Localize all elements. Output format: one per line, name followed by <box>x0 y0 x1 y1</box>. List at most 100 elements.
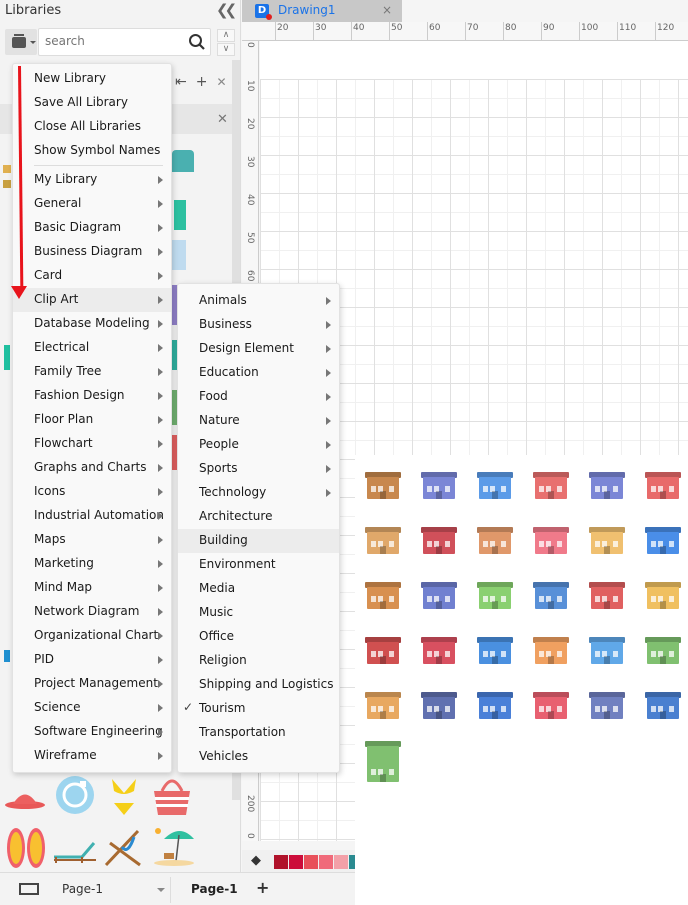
menu-item-pid[interactable]: PID <box>13 648 171 672</box>
symbol-item[interactable] <box>4 345 10 370</box>
menu-item-my-library[interactable]: My Library <box>13 168 171 192</box>
submenu-item-design-element[interactable]: Design Element <box>178 337 339 361</box>
bikini-icon[interactable] <box>110 775 138 817</box>
building-symbol[interactable] <box>475 465 515 501</box>
building-symbol[interactable] <box>531 630 571 666</box>
symbol-item[interactable] <box>3 180 11 188</box>
page-view-icon[interactable] <box>19 883 39 895</box>
menu-item-network-diagram[interactable]: Network Diagram <box>13 600 171 624</box>
building-symbol[interactable] <box>363 575 403 611</box>
building-symbol[interactable] <box>475 575 515 611</box>
menu-item-save-all-library[interactable]: Save All Library <box>13 91 171 115</box>
import-icon[interactable]: ⇤ <box>175 74 187 90</box>
menu-item-science[interactable]: Science <box>13 696 171 720</box>
menu-item-electrical[interactable]: Electrical <box>13 336 171 360</box>
building-symbol[interactable] <box>419 465 459 501</box>
building-symbol[interactable] <box>531 520 571 556</box>
menu-item-close-all-libraries[interactable]: Close All Libraries <box>13 115 171 139</box>
scroll-up-button[interactable]: ∧ <box>217 29 235 42</box>
ring-buoy-icon[interactable] <box>55 775 95 815</box>
menu-item-clip-art[interactable]: Clip Art <box>13 288 171 312</box>
symbol-item[interactable] <box>3 165 11 173</box>
building-symbol[interactable] <box>643 465 683 501</box>
section-close-icon[interactable]: ✕ <box>217 112 228 127</box>
submenu-item-religion[interactable]: Religion <box>178 649 339 673</box>
menu-item-icons[interactable]: Icons <box>13 480 171 504</box>
submenu-item-business[interactable]: Business <box>178 313 339 337</box>
submenu-item-animals[interactable]: Animals <box>178 289 339 313</box>
paint-bucket-icon[interactable]: ◆ <box>251 853 261 868</box>
building-symbol[interactable] <box>587 465 627 501</box>
building-symbol[interactable] <box>531 575 571 611</box>
menu-item-card[interactable]: Card <box>13 264 171 288</box>
submenu-item-technology[interactable]: Technology <box>178 481 339 505</box>
menu-item-industrial-automation[interactable]: Industrial Automation <box>13 504 171 528</box>
building-symbol[interactable] <box>419 685 459 721</box>
menu-item-new-library[interactable]: New Library <box>13 67 171 91</box>
submenu-item-vehicles[interactable]: Vehicles <box>178 745 339 769</box>
building-symbol[interactable] <box>587 575 627 611</box>
scroll-down-button[interactable]: ∨ <box>217 43 235 56</box>
building-symbol[interactable] <box>643 685 683 721</box>
building-symbol[interactable] <box>363 740 403 784</box>
building-symbol[interactable] <box>363 630 403 666</box>
search-input[interactable] <box>45 34 185 48</box>
submenu-item-office[interactable]: Office <box>178 625 339 649</box>
menu-item-general[interactable]: General <box>13 192 171 216</box>
building-symbol[interactable] <box>587 520 627 556</box>
flip-flops-icon[interactable] <box>6 827 46 869</box>
submenu-item-education[interactable]: Education <box>178 361 339 385</box>
building-symbol[interactable] <box>475 520 515 556</box>
building-symbol[interactable] <box>643 520 683 556</box>
color-swatch[interactable] <box>289 855 303 869</box>
menu-item-organizational-chart[interactable]: Organizational Chart <box>13 624 171 648</box>
submenu-item-food[interactable]: Food <box>178 385 339 409</box>
tab-close-icon[interactable]: × <box>382 3 392 17</box>
menu-item-wireframe[interactable]: Wireframe <box>13 744 171 768</box>
color-swatch[interactable] <box>334 855 348 869</box>
submenu-item-media[interactable]: Media <box>178 577 339 601</box>
building-symbol[interactable] <box>643 630 683 666</box>
collapse-panel-icon[interactable]: ❮❮ <box>216 1 237 19</box>
menu-item-maps[interactable]: Maps <box>13 528 171 552</box>
submenu-item-building[interactable]: Building <box>178 529 339 553</box>
menu-item-marketing[interactable]: Marketing <box>13 552 171 576</box>
submenu-item-nature[interactable]: Nature <box>178 409 339 433</box>
submenu-item-sports[interactable]: Sports <box>178 457 339 481</box>
building-symbol[interactable] <box>531 685 571 721</box>
submenu-item-people[interactable]: People <box>178 433 339 457</box>
symbol-item[interactable] <box>172 240 186 270</box>
menu-item-fashion-design[interactable]: Fashion Design <box>13 384 171 408</box>
menu-item-business-diagram[interactable]: Business Diagram <box>13 240 171 264</box>
building-symbol[interactable] <box>363 465 403 501</box>
submenu-item-shipping-and-logistics[interactable]: Shipping and Logistics <box>178 673 339 697</box>
building-symbol[interactable] <box>363 520 403 556</box>
building-symbol[interactable] <box>419 520 459 556</box>
building-symbol[interactable] <box>587 630 627 666</box>
building-symbol[interactable] <box>587 685 627 721</box>
color-swatch[interactable] <box>304 855 318 869</box>
menu-item-flowchart[interactable]: Flowchart <box>13 432 171 456</box>
menu-item-floor-plan[interactable]: Floor Plan <box>13 408 171 432</box>
symbol-landmark[interactable] <box>172 150 194 172</box>
submenu-item-tourism[interactable]: ✓ Tourism <box>178 697 339 721</box>
submenu-item-environment[interactable]: Environment <box>178 553 339 577</box>
menu-item-database-modeling[interactable]: Database Modeling <box>13 312 171 336</box>
building-symbol[interactable] <box>475 630 515 666</box>
library-menu-button[interactable] <box>5 29 37 55</box>
menu-item-software-engineering[interactable]: Software Engineering <box>13 720 171 744</box>
sun-lounger-icon[interactable] <box>52 835 98 865</box>
color-swatch[interactable] <box>319 855 333 869</box>
menu-item-project-management[interactable]: Project Management <box>13 672 171 696</box>
building-symbol[interactable] <box>531 465 571 501</box>
submenu-item-transportation[interactable]: Transportation <box>178 721 339 745</box>
menu-item-show-symbol-names[interactable]: Show Symbol Names <box>13 139 171 163</box>
building-symbol[interactable] <box>419 575 459 611</box>
submenu-item-music[interactable]: Music <box>178 601 339 625</box>
add-icon[interactable]: + <box>196 74 208 90</box>
caret-down-icon[interactable] <box>157 888 165 892</box>
building-symbol[interactable] <box>643 575 683 611</box>
menu-item-basic-diagram[interactable]: Basic Diagram <box>13 216 171 240</box>
building-symbol[interactable] <box>363 685 403 721</box>
submenu-item-architecture[interactable]: Architecture <box>178 505 339 529</box>
